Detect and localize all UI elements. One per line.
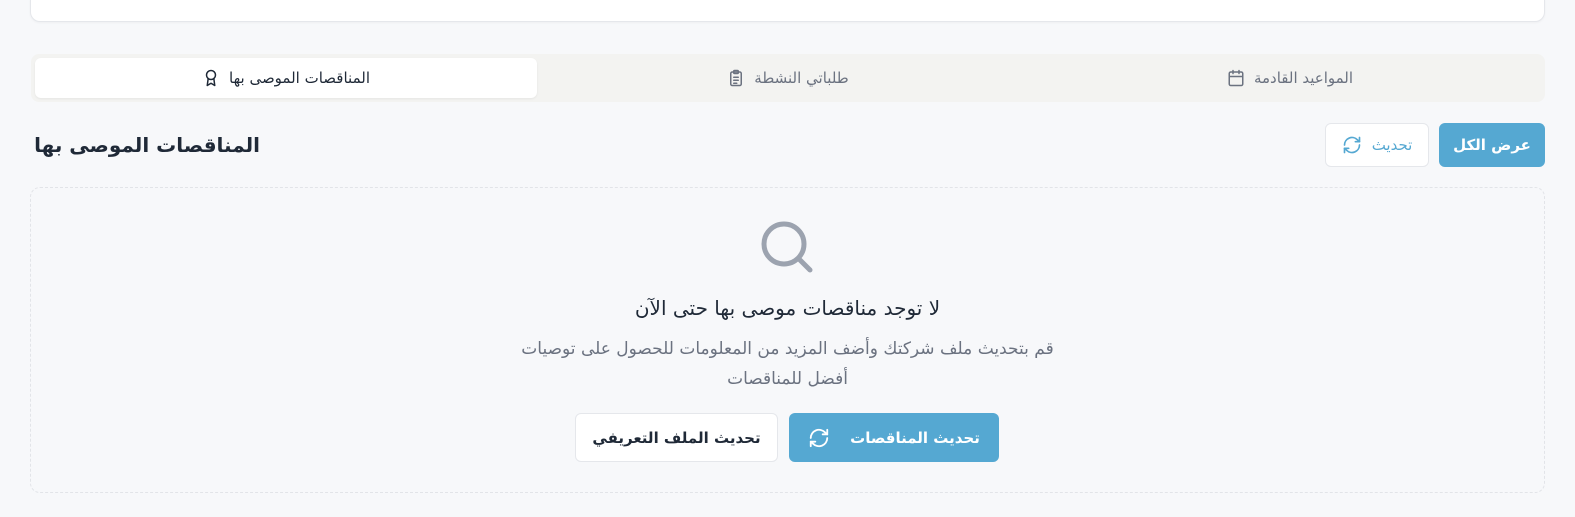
search-icon [761, 221, 813, 273]
tab-active-requests[interactable]: طلباتي النشطة [537, 58, 1039, 98]
tab-label: طلباتي النشطة [754, 69, 849, 87]
update-tenders-button[interactable]: تحديث المناقصات [789, 413, 999, 462]
refresh-button[interactable]: تحديث [1325, 123, 1429, 167]
update-tenders-label: تحديث المناقصات [850, 428, 980, 447]
top-card [30, 0, 1545, 22]
award-icon [205, 69, 217, 87]
refresh-icon [809, 428, 829, 447]
section-title: المناقصات الموصى بها [34, 133, 260, 157]
view-all-label: عرض الكل [1453, 136, 1531, 154]
refresh-icon [1343, 136, 1361, 154]
empty-state-description: قم بتحديث ملف شركتك وأضف المزيد من المعل… [521, 339, 1054, 389]
tab-recommended-tenders[interactable]: المناقصات الموصى بها [35, 58, 537, 98]
tab-label: المواعيد القادمة [1253, 69, 1354, 87]
refresh-label: تحديث [1371, 136, 1413, 154]
calendar-icon [1228, 69, 1244, 87]
update-profile-label: تحديث الملف التعريفي [592, 428, 761, 447]
tab-upcoming-appointments[interactable]: المواعيد القادمة [1039, 58, 1541, 98]
tab-bar: المواعيد القادمة طلباتي النشطة المناقصات… [31, 54, 1545, 102]
clipboard-icon [730, 69, 743, 87]
empty-state-title: لا توجد مناقصات موصى بها حتى الآن [634, 296, 941, 320]
tab-label: المناقصات الموصى بها [229, 69, 370, 87]
view-all-button[interactable]: عرض الكل [1439, 123, 1545, 167]
update-profile-button[interactable]: تحديث الملف التعريفي [575, 413, 778, 462]
